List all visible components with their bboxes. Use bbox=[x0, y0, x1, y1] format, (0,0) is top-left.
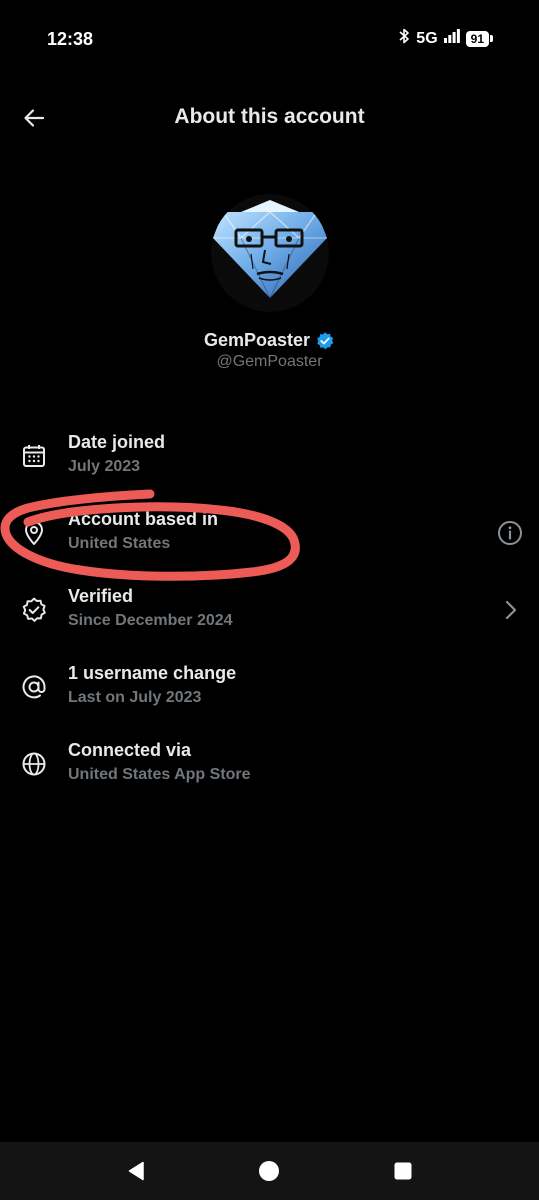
nav-back-button[interactable] bbox=[122, 1156, 152, 1186]
row-subtitle: Last on July 2023 bbox=[68, 689, 202, 706]
verified-badge-icon bbox=[20, 596, 48, 624]
calendar-icon bbox=[20, 442, 48, 470]
row-username-change: 1 username change Last on July 2023 bbox=[0, 652, 539, 729]
header: About this account bbox=[0, 92, 539, 144]
status-icons: 5G 91 bbox=[398, 28, 493, 49]
verified-check-icon bbox=[317, 331, 334, 349]
display-name: GemPoaster bbox=[203, 330, 311, 350]
network-label: 5G bbox=[416, 29, 438, 47]
row-title: Date joined bbox=[68, 432, 166, 452]
status-bar: 12:38 5G 91 bbox=[0, 0, 539, 80]
globe-icon bbox=[20, 750, 48, 778]
signal-icon bbox=[443, 29, 460, 48]
row-account-based-in: Account based in United States bbox=[0, 498, 539, 575]
chevron-button[interactable] bbox=[495, 595, 525, 625]
info-button[interactable] bbox=[495, 518, 525, 548]
row-subtitle: United States bbox=[68, 535, 171, 552]
row-title: Connected via bbox=[68, 740, 192, 760]
nav-recents-button[interactable] bbox=[388, 1156, 418, 1186]
profile-section: GemPoaster @GemPoaster bbox=[0, 194, 539, 371]
info-icon bbox=[498, 521, 522, 545]
row-subtitle: Since December 2024 bbox=[68, 612, 233, 629]
handle: @GemPoaster bbox=[216, 353, 323, 370]
row-title: Account based in bbox=[68, 509, 219, 529]
battery-level: 91 bbox=[465, 30, 489, 47]
row-connected-via: Connected via United States App Store bbox=[0, 729, 539, 806]
row-verified[interactable]: Verified Since December 2024 bbox=[0, 575, 539, 652]
circle-home-icon bbox=[259, 1161, 279, 1181]
row-subtitle: United States App Store bbox=[68, 766, 251, 783]
system-nav-bar bbox=[0, 1142, 539, 1200]
page-title: About this account bbox=[174, 105, 365, 128]
triangle-back-icon bbox=[128, 1161, 144, 1181]
status-time: 12:38 bbox=[47, 29, 94, 49]
at-sign-icon bbox=[20, 673, 48, 701]
row-date-joined: Date joined July 2023 bbox=[0, 421, 539, 498]
battery-icon: 91 bbox=[465, 30, 493, 47]
row-subtitle: July 2023 bbox=[68, 458, 141, 475]
square-recents-icon bbox=[394, 1162, 412, 1180]
avatar[interactable] bbox=[210, 194, 329, 312]
info-list: Date joined July 2023 Account based in U… bbox=[0, 421, 539, 806]
row-title: Verified bbox=[68, 586, 134, 606]
row-title: 1 username change bbox=[68, 663, 237, 683]
nav-home-button[interactable] bbox=[254, 1156, 284, 1186]
bluetooth-icon bbox=[398, 28, 410, 49]
display-name-row: GemPoaster bbox=[0, 330, 539, 351]
location-pin-icon bbox=[20, 519, 48, 547]
chevron-right-icon bbox=[505, 600, 517, 620]
